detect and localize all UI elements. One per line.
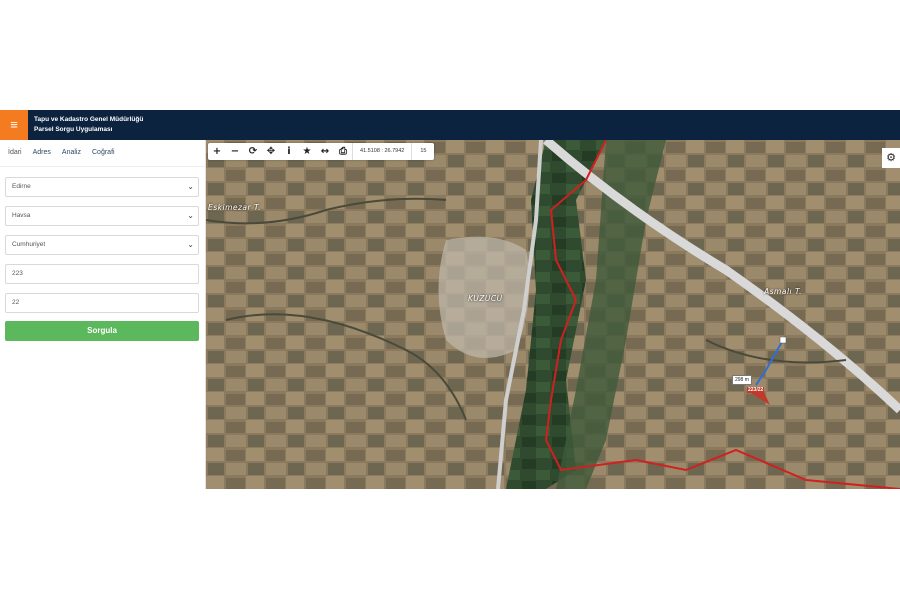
refresh-icon[interactable]: ⟳ xyxy=(244,143,262,160)
header-subtitle: Parsel Sorgu Uygulaması xyxy=(34,126,113,133)
app-window: ≡ Tapu ve Kadastro Genel Müdürlüğü Parse… xyxy=(0,110,900,489)
village-label: KUZUCU xyxy=(468,294,503,303)
print-icon[interactable]: ⎙ xyxy=(334,143,352,160)
header-title: Tapu ve Kadastro Genel Müdürlüğü xyxy=(34,116,144,123)
satellite-imagery xyxy=(206,140,900,489)
tab-analiz[interactable]: Analiz xyxy=(62,149,81,156)
tab-cografi[interactable]: Coğrafi xyxy=(92,149,115,156)
tabs-divider xyxy=(0,166,206,167)
map-view[interactable]: + − ⟳ ✥ i ★ ↔ ⎙ 41.5108 : 26.7942 15 ⚙ K… xyxy=(206,140,900,489)
chevron-down-icon: ⌄ xyxy=(187,240,194,249)
neighborhood-value: Cumhuriyet xyxy=(12,241,46,248)
info-icon[interactable]: i xyxy=(280,143,298,160)
locate-icon[interactable]: ✥ xyxy=(262,143,280,160)
top-bar: ≡ Tapu ve Kadastro Genel Müdürlüğü Parse… xyxy=(0,110,900,140)
chevron-down-icon: ⌄ xyxy=(187,211,194,220)
block-value: 223 xyxy=(12,270,23,277)
chevron-down-icon: ⌄ xyxy=(187,182,194,191)
parcel-input[interactable]: 22 xyxy=(5,293,199,313)
distance-label: 298 m xyxy=(732,375,752,385)
gear-icon[interactable]: ⚙ xyxy=(882,148,900,168)
star-icon[interactable]: ★ xyxy=(298,143,316,160)
district-select[interactable]: Havsa ⌄ xyxy=(5,206,199,226)
parcel-value: 22 xyxy=(12,299,20,306)
sidebar-tabs: İdari Adres Analiz Coğrafi xyxy=(8,149,115,156)
place-label-eskimezar: Eskimezar T. xyxy=(208,203,262,212)
tab-idari[interactable]: İdari xyxy=(8,149,22,156)
province-value: Edirne xyxy=(12,183,31,190)
zoom-level: 15 xyxy=(411,143,434,160)
place-label-asmali: Asmalı T. xyxy=(764,287,803,296)
sidebar: İdari Adres Analiz Coğrafi Edirne ⌄ Havs… xyxy=(0,140,206,489)
measure-icon[interactable]: ↔ xyxy=(316,143,334,160)
province-select[interactable]: Edirne ⌄ xyxy=(5,177,199,197)
district-value: Havsa xyxy=(12,212,31,219)
zoom-in-icon[interactable]: + xyxy=(208,143,226,160)
zoom-out-icon[interactable]: − xyxy=(226,143,244,160)
coordinate-readout: 41.5108 : 26.7942 xyxy=(352,143,411,160)
map-toolbar: + − ⟳ ✥ i ★ ↔ ⎙ 41.5108 : 26.7942 15 xyxy=(208,143,435,160)
neighborhood-select[interactable]: Cumhuriyet ⌄ xyxy=(5,235,199,255)
hamburger-icon[interactable]: ≡ xyxy=(0,110,28,140)
parcel-label: 223/22 xyxy=(747,387,765,393)
block-input[interactable]: 223 xyxy=(5,264,199,284)
tab-adres[interactable]: Adres xyxy=(33,149,51,156)
query-button[interactable]: Sorgula xyxy=(5,321,199,341)
